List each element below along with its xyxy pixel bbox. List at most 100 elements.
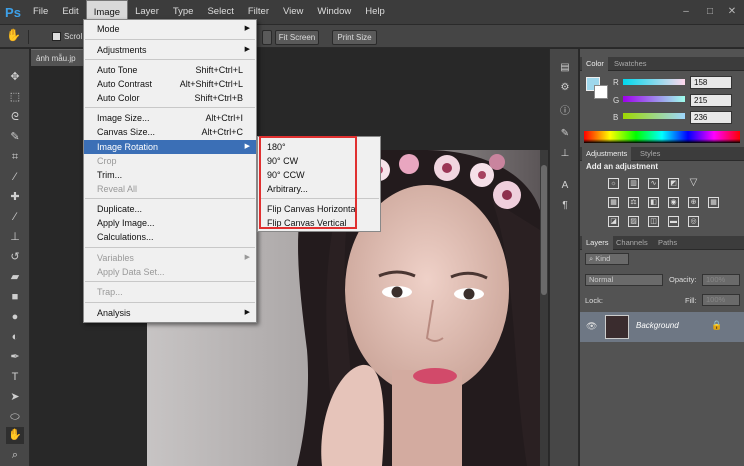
menu-item-variables: Variables ▶ — [97, 253, 250, 263]
history-brush-tool-icon[interactable]: ↺ — [6, 249, 24, 266]
green-slider[interactable] — [623, 96, 685, 102]
document-tab[interactable]: ảnh mẫu.jp — [31, 49, 87, 66]
green-label: G — [613, 96, 620, 105]
menu-item-adjustments[interactable]: Adjustments ▶ — [84, 43, 256, 57]
menu-item-analysis[interactable]: Analysis ▶ — [84, 306, 256, 320]
adjustments-heading: Add an adjustment — [586, 162, 659, 171]
selective-color-icon[interactable]: ◎ — [688, 216, 699, 227]
marquee-tool-icon[interactable]: ⬚ — [6, 89, 24, 106]
menu-item-mode[interactable]: Mode ▶ — [84, 22, 256, 36]
tab-channels[interactable]: Channels — [612, 236, 652, 250]
healing-brush-tool-icon[interactable]: ✚ — [6, 189, 24, 206]
menu-item-canvas-size[interactable]: Canvas Size... Alt+Ctrl+C — [84, 125, 256, 139]
curves-icon[interactable]: ∿ — [648, 178, 659, 189]
hue-saturation-icon[interactable]: ▦ — [608, 197, 619, 208]
menu-item-auto-tone[interactable]: Auto Tone Shift+Ctrl+L — [84, 63, 256, 77]
clone-stamp-tool-icon[interactable]: ⊥ — [6, 229, 24, 246]
layer-filter-kind[interactable]: ⌕ Kind — [585, 253, 629, 265]
menu-item-crop: Crop — [97, 156, 117, 166]
opacity-input[interactable]: 100% — [702, 274, 740, 286]
layer-name[interactable]: Background — [636, 321, 679, 330]
tab-adjustments[interactable]: Adjustments — [582, 147, 632, 161]
photo-filter-icon[interactable]: ◉ — [668, 197, 679, 208]
blue-value-input[interactable]: 236 — [690, 111, 732, 124]
submenu-arrow-icon: ▶ — [244, 25, 250, 32]
tab-color[interactable]: Color — [582, 57, 608, 71]
dodge-tool-icon[interactable]: ◐ — [6, 329, 24, 346]
maximize-icon[interactable]: □ — [704, 6, 716, 18]
posterize-icon[interactable]: ▨ — [628, 216, 639, 227]
lasso-tool-icon[interactable]: ᘓ — [6, 109, 24, 126]
red-label: R — [613, 78, 619, 87]
blur-tool-icon[interactable]: ● — [6, 309, 24, 326]
background-color-swatch[interactable] — [594, 85, 608, 99]
fit-screen-button[interactable]: Fit Screen — [275, 30, 319, 45]
menu-view[interactable]: View — [276, 0, 310, 24]
eyedropper-tool-icon[interactable]: ⁄ — [6, 169, 24, 186]
menu-edit[interactable]: Edit — [55, 0, 85, 24]
red-value-input[interactable]: 158 — [690, 76, 732, 89]
tab-swatches[interactable]: Swatches — [610, 57, 651, 71]
menu-item-duplicate[interactable]: Duplicate... — [84, 202, 256, 216]
eraser-tool-icon[interactable]: ▰ — [6, 269, 24, 286]
brush-tool-icon[interactable]: ∕ — [6, 209, 24, 226]
menu-item-trim[interactable]: Trim... — [84, 168, 256, 182]
channel-mixer-icon[interactable]: ⊕ — [688, 197, 699, 208]
separator — [85, 247, 255, 248]
color-lookup-icon[interactable]: ▦ — [708, 197, 719, 208]
scrollbar-thumb[interactable] — [541, 165, 547, 295]
quick-select-tool-icon[interactable]: ✎ — [6, 129, 24, 146]
black-white-icon[interactable]: ◧ — [648, 197, 659, 208]
red-slider[interactable] — [623, 79, 685, 85]
separator — [85, 59, 255, 60]
exposure-icon[interactable]: ◩ — [668, 178, 679, 189]
menu-window[interactable]: Window — [310, 0, 358, 24]
vibrance-icon[interactable]: ▽ — [688, 178, 699, 189]
menu-item-auto-contrast[interactable]: Auto Contrast Alt+Shift+Ctrl+L — [84, 77, 256, 91]
tab-paths[interactable]: Paths — [654, 236, 681, 250]
menu-item-auto-color[interactable]: Auto Color Shift+Ctrl+B — [84, 91, 256, 105]
color-balance-icon[interactable]: ⚖ — [628, 197, 639, 208]
green-value-input[interactable]: 215 — [690, 94, 732, 107]
clone-source-icon[interactable]: ⊥ — [557, 147, 573, 161]
path-select-tool-icon[interactable]: ➤ — [6, 389, 24, 406]
blue-slider[interactable] — [623, 113, 685, 119]
shape-tool-icon[interactable]: ⬭ — [6, 409, 24, 426]
gradient-map-icon[interactable]: ▬ — [668, 216, 679, 227]
threshold-icon[interactable]: ◫ — [648, 216, 659, 227]
eye-visibility-icon[interactable]: 👁 — [586, 321, 597, 332]
character-icon[interactable]: A — [557, 179, 573, 193]
gradient-tool-icon[interactable]: ■ — [6, 289, 24, 306]
properties-icon[interactable]: ⚙ — [557, 81, 573, 95]
brush-presets-icon[interactable]: ✎ — [557, 127, 573, 141]
menu-file[interactable]: File — [26, 0, 55, 24]
info-icon[interactable]: ⓘ — [557, 105, 573, 119]
paragraph-icon[interactable]: ¶ — [557, 199, 573, 213]
brightness-contrast-icon[interactable]: ☼ — [608, 178, 619, 189]
blend-mode-select[interactable]: Normal — [585, 274, 663, 286]
crop-tool-icon[interactable]: ⌗ — [6, 149, 24, 166]
menu-help[interactable]: Help — [358, 0, 392, 24]
scroll-all-checkbox[interactable] — [52, 32, 61, 41]
tab-styles[interactable]: Styles — [636, 147, 664, 161]
invert-icon[interactable]: ◪ — [608, 216, 619, 227]
tab-layers[interactable]: Layers — [582, 236, 613, 250]
type-tool-icon[interactable]: T — [6, 369, 24, 386]
fill-input[interactable]: 100% — [702, 294, 740, 306]
print-size-button[interactable]: Print Size — [332, 30, 377, 45]
history-icon[interactable]: ▤ — [557, 61, 573, 75]
menu-item-image-rotation[interactable]: Image Rotation ▶ — [84, 140, 256, 154]
color-panel-tabs: Color Swatches — [580, 57, 744, 71]
levels-icon[interactable]: ▥ — [628, 178, 639, 189]
close-icon[interactable]: ✕ — [726, 6, 738, 18]
options-button-partial[interactable] — [262, 30, 272, 45]
hand-tool-button-icon[interactable]: ✋ — [6, 427, 24, 444]
menu-item-image-size[interactable]: Image Size... Alt+Ctrl+I — [84, 111, 256, 125]
layer-row-background[interactable]: 👁 Background 🔒 — [580, 312, 744, 342]
pen-tool-icon[interactable]: ✒ — [6, 349, 24, 366]
zoom-tool-icon[interactable]: ⌕ — [6, 447, 24, 464]
minimize-icon[interactable]: – — [680, 6, 692, 18]
menu-item-apply-image[interactable]: Apply Image... — [84, 216, 256, 230]
menu-item-calculations[interactable]: Calculations... — [84, 230, 256, 244]
move-tool-icon[interactable]: ✥ — [6, 69, 24, 86]
